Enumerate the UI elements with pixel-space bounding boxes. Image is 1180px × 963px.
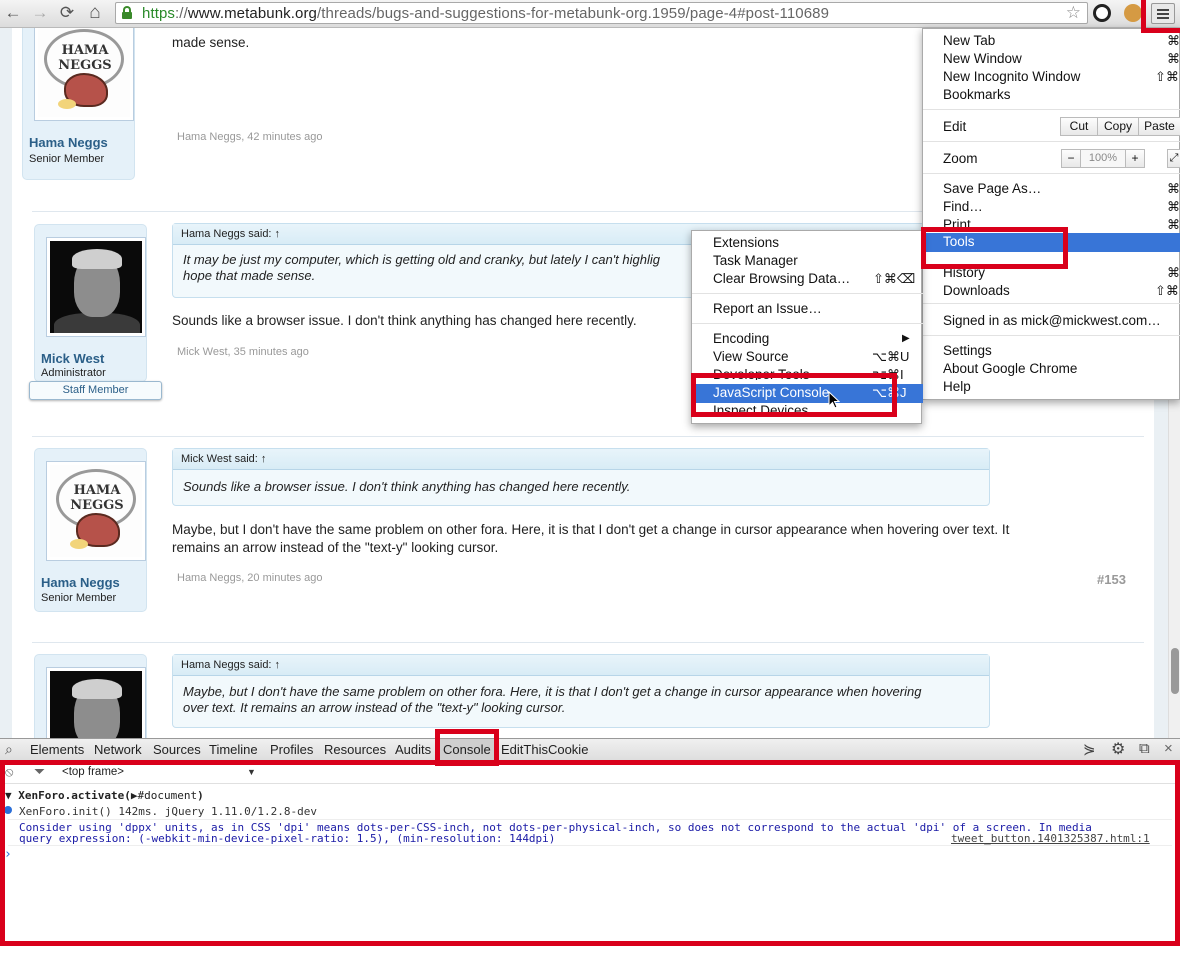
staff-badge: Staff Member: [29, 381, 162, 400]
extension-icon[interactable]: [1093, 4, 1111, 22]
shortcut-label: ⌘: [1167, 265, 1180, 280]
post-meta[interactable]: Mick West, 35 minutes ago: [177, 346, 309, 358]
zoom-out-button[interactable]: −: [1061, 149, 1081, 168]
tab-editthiscookie[interactable]: EditThisCookie: [501, 742, 588, 757]
forward-icon[interactable]: →: [30, 3, 50, 23]
avatar[interactable]: [46, 667, 146, 738]
menu-item-about[interactable]: About Google Chrome: [943, 361, 1077, 376]
dock-icon[interactable]: ⧉: [1139, 740, 1150, 757]
menu-item-edit: Edit: [943, 119, 967, 134]
bookmark-star-icon[interactable]: ☆: [1066, 3, 1081, 23]
highlight-javascript-console: [691, 373, 897, 417]
copy-button[interactable]: Copy: [1097, 117, 1139, 136]
menu-item-report-issue[interactable]: Report an Issue…: [713, 301, 822, 316]
scrollbar-thumb[interactable]: [1171, 648, 1179, 694]
quote-text: Sounds like a browser issue. I don't thi…: [183, 479, 631, 494]
zoom-level: 100%: [1080, 149, 1126, 168]
highlight-tools-item: [921, 227, 1068, 269]
avatar[interactable]: HAMA NEGGS: [34, 28, 134, 121]
tab-timeline[interactable]: Timeline: [209, 742, 258, 757]
menu-item-downloads[interactable]: Downloads: [943, 283, 1010, 298]
home-icon[interactable]: ⌂: [85, 3, 105, 23]
shortcut-label: ⌘: [1167, 51, 1180, 66]
submenu-arrow-icon: ▶: [902, 333, 910, 344]
post-message: made sense.: [172, 35, 250, 50]
menu-item-new-tab[interactable]: New Tab: [943, 33, 995, 48]
user-title: Senior Member: [41, 592, 117, 604]
reload-icon[interactable]: ⟳: [57, 3, 77, 23]
post-message: Maybe, but I don't have the same problem…: [172, 522, 1010, 555]
menu-item-clear-browsing-data[interactable]: Clear Browsing Data…: [713, 271, 850, 286]
menu-item-new-incognito[interactable]: New Incognito Window: [943, 69, 1080, 84]
shortcut-label: ⇧⌘: [1155, 69, 1179, 84]
url-text[interactable]: https://www.metabunk.org/threads/bugs-an…: [142, 5, 829, 22]
post-message: Sounds like a browser issue. I don't thi…: [172, 313, 637, 328]
post-meta[interactable]: Hama Neggs, 42 minutes ago: [177, 131, 323, 143]
tab-profiles[interactable]: Profiles: [270, 742, 313, 757]
shortcut-label: ⌘: [1167, 217, 1180, 232]
menu-item-new-window[interactable]: New Window: [943, 51, 1022, 66]
tab-audits[interactable]: Audits: [395, 742, 431, 757]
avatar[interactable]: [46, 237, 146, 337]
highlight-menu-button: [1141, 0, 1180, 33]
quote-block: Mick West said: ↑ Sounds like a browser …: [172, 448, 990, 506]
quote-text: over text. It remains an arrow instead o…: [183, 700, 566, 715]
lock-icon: [122, 6, 132, 19]
user-info-block: Mick West Administrator Staff Member: [29, 224, 162, 400]
user-info-block: [34, 654, 147, 738]
drawer-toggle-icon[interactable]: ⋟: [1083, 740, 1096, 758]
menu-item-bookmarks[interactable]: Bookmarks: [943, 87, 1011, 102]
settings-gear-icon[interactable]: ⚙: [1111, 739, 1125, 759]
back-icon[interactable]: ←: [3, 3, 23, 23]
shortcut-label: ⇧⌘⌫: [873, 271, 916, 286]
user-info-block: HAMA NEGGS Hama Neggs Senior Member: [34, 448, 147, 612]
paste-button[interactable]: Paste: [1138, 117, 1180, 136]
menu-item-view-source[interactable]: View Source: [713, 349, 789, 364]
post-separator: [32, 436, 1144, 437]
shortcut-label: ⌘: [1167, 199, 1180, 214]
tab-elements[interactable]: Elements: [30, 742, 84, 757]
menu-item-save-page[interactable]: Save Page As…: [943, 181, 1041, 196]
fullscreen-icon[interactable]: ⤢: [1167, 149, 1180, 168]
quote-text: Maybe, but I don't have the same problem…: [183, 684, 922, 699]
menu-item-signed-in[interactable]: Signed in as mick@mickwest.com…: [943, 313, 1161, 328]
tab-sources[interactable]: Sources: [153, 742, 201, 757]
avatar[interactable]: HAMA NEGGS: [46, 461, 146, 561]
menu-item-zoom: Zoom: [943, 151, 978, 166]
user-title: Senior Member: [29, 153, 105, 165]
shortcut-label: ⌥⌘U: [872, 349, 910, 364]
quote-header[interactable]: Mick West said: ↑: [173, 449, 989, 470]
tab-network[interactable]: Network: [94, 742, 142, 757]
menu-item-task-manager[interactable]: Task Manager: [713, 253, 798, 268]
cookie-extension-icon[interactable]: [1124, 4, 1142, 22]
zoom-in-button[interactable]: +: [1125, 149, 1145, 168]
shortcut-label: ⇧⌘: [1155, 283, 1179, 298]
post-meta[interactable]: Hama Neggs, 20 minutes ago: [177, 572, 323, 584]
username[interactable]: Hama Neggs: [29, 135, 108, 150]
menu-item-encoding[interactable]: Encoding: [713, 331, 769, 346]
quote-header[interactable]: Hama Neggs said: ↑: [173, 655, 989, 676]
chrome-main-menu: New Tab ⌘ New Window ⌘ New Incognito Win…: [922, 28, 1180, 400]
menu-item-settings[interactable]: Settings: [943, 343, 992, 358]
cut-button[interactable]: Cut: [1060, 117, 1098, 136]
menu-item-find[interactable]: Find…: [943, 199, 983, 214]
menu-item-extensions[interactable]: Extensions: [713, 235, 779, 250]
username[interactable]: Hama Neggs: [41, 575, 120, 590]
post-separator: [32, 642, 1144, 643]
browser-toolbar: ← → ⟳ ⌂ https://www.metabunk.org/threads…: [0, 0, 1180, 28]
tab-resources[interactable]: Resources: [324, 742, 386, 757]
username[interactable]: Mick West: [41, 351, 104, 366]
search-icon[interactable]: ⌕: [5, 741, 13, 758]
shortcut-label: ⌘: [1167, 181, 1180, 196]
post-number[interactable]: #153: [1097, 572, 1126, 587]
user-info-block: HAMA NEGGS Hama Neggs Senior Member: [22, 28, 135, 180]
highlight-console-panel: [0, 760, 1180, 946]
address-bar[interactable]: https://www.metabunk.org/threads/bugs-an…: [115, 2, 1088, 24]
quote-block: Hama Neggs said: ↑ Maybe, but I don't ha…: [172, 654, 990, 728]
menu-item-help[interactable]: Help: [943, 379, 971, 394]
shortcut-label: ⌘: [1167, 33, 1180, 48]
close-icon[interactable]: ×: [1164, 740, 1173, 757]
devtools-tabbar: ⌕ Elements Network Sources Timeline Prof…: [0, 739, 1180, 761]
user-title: Administrator: [41, 367, 106, 379]
